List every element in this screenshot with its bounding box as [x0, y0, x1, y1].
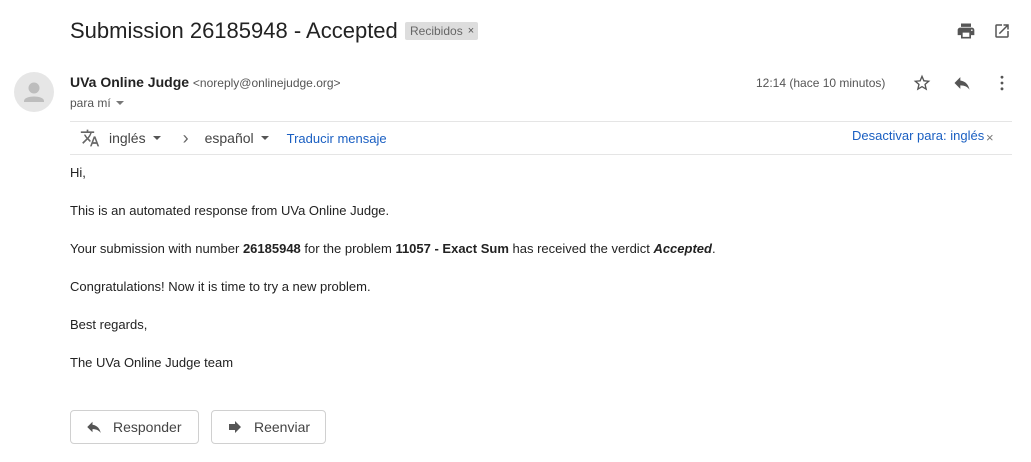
translate-bar-bottom-divider [70, 154, 1012, 155]
more-vertical-icon[interactable] [991, 72, 1013, 94]
person-icon [24, 82, 44, 102]
sender-avatar [14, 72, 54, 112]
translate-bar-top-divider [70, 121, 1012, 122]
forward-button-label: Reenviar [254, 419, 311, 435]
verdict-text: . [711, 241, 716, 256]
chevron-down-icon [152, 136, 161, 140]
email-subject: Submission 26185948 - Accepted [70, 18, 398, 43]
submission-number: 26185948 [242, 241, 301, 256]
sender-line: UVa Online Judge <noreply@onlinejudge.or… [70, 74, 341, 92]
source-language-select[interactable]: inglés [109, 130, 161, 146]
open-in-new-window-icon[interactable] [991, 20, 1013, 42]
target-language-select[interactable]: español [205, 130, 269, 146]
forward-button[interactable]: Reenviar [211, 410, 326, 444]
email-greeting: Hi, [70, 165, 86, 180]
verdict-value: Accepted [653, 241, 712, 256]
email-body-line: This is an automated response from UVa O… [70, 203, 390, 218]
chevron-down-icon [115, 101, 124, 105]
email-body-line: Congratulations! Now it is time to try a… [70, 279, 371, 294]
forward-icon [226, 418, 244, 436]
email-timestamp: 12:14 (hace 10 minutos) [756, 76, 886, 90]
translate-icon [80, 128, 100, 148]
inbox-label-chip[interactable]: Recibidos × [405, 22, 479, 40]
verdict-text: has received the verdict [508, 241, 654, 256]
verdict-text: Your submission with number [70, 241, 243, 256]
verdict-text: for the problem [300, 241, 396, 256]
remove-label-button[interactable]: × [468, 22, 474, 40]
email-signature: The UVa Online Judge team [70, 355, 234, 370]
translate-message-link[interactable]: Traducir mensaje [287, 131, 387, 146]
star-icon[interactable] [911, 72, 933, 94]
print-icon[interactable] [955, 20, 977, 42]
problem-name: 11057 - Exact Sum [395, 241, 509, 256]
close-icon[interactable]: × [986, 131, 994, 145]
chevron-right-icon: › [182, 127, 189, 148]
source-language-label: inglés [109, 130, 146, 146]
recipient-label: para mí [70, 96, 111, 110]
reply-button[interactable]: Responder [70, 410, 199, 444]
deactivate-translation-link[interactable]: Desactivar para: inglés [852, 128, 984, 144]
email-body-line: Best regards, [70, 317, 148, 332]
reply-button-label: Responder [113, 419, 182, 435]
chevron-down-icon [260, 136, 269, 140]
target-language-label: español [204, 130, 254, 146]
translation-bar: inglés › español Traducir mensaje [80, 128, 387, 148]
sender-email: <noreply@onlinejudge.org> [192, 76, 341, 90]
reply-icon[interactable] [951, 72, 973, 94]
reply-icon [85, 418, 103, 436]
recipient-details-toggle[interactable]: para mí [70, 95, 124, 111]
label-text: Recibidos [410, 24, 463, 38]
sender-name: UVa Online Judge [70, 74, 190, 90]
email-verdict-line: Your submission with number 26185948 for… [70, 241, 716, 257]
